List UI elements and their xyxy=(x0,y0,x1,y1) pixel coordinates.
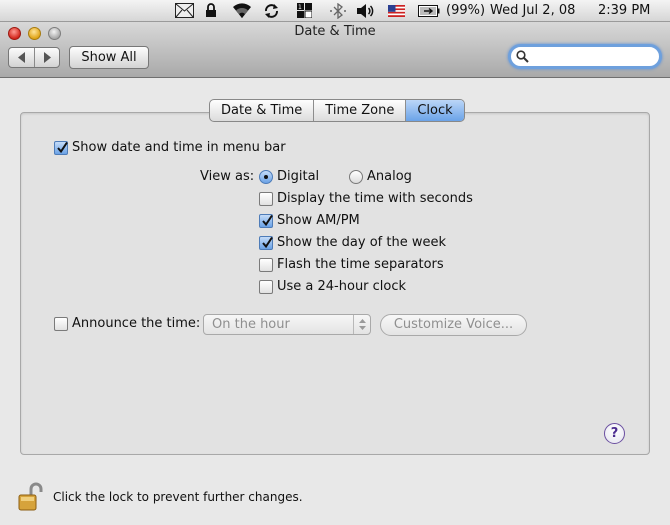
help-button[interactable]: ? xyxy=(604,423,625,444)
use-24-hour-label: Use a 24-hour clock xyxy=(277,279,407,294)
back-forward-control xyxy=(8,47,60,68)
display-seconds-label: Display the time with seconds xyxy=(277,191,473,206)
show-day-of-week-checkbox[interactable] xyxy=(259,236,273,250)
show-in-menu-bar-label: Show date and time in menu bar xyxy=(72,140,286,155)
show-all-button[interactable]: Show All xyxy=(69,46,149,69)
window-toolbar: Date & Time Show All xyxy=(0,22,670,78)
search-icon xyxy=(516,50,529,63)
digital-radio[interactable] xyxy=(259,170,273,184)
volume-icon[interactable] xyxy=(356,0,376,22)
tab-clock[interactable]: Clock xyxy=(406,100,464,121)
flash-separators-checkbox[interactable] xyxy=(259,258,273,272)
forward-button[interactable] xyxy=(33,48,60,67)
use-24-hour-checkbox[interactable] xyxy=(259,280,273,294)
chevron-left-icon xyxy=(18,52,25,63)
tab-time-zone[interactable]: Time Zone xyxy=(314,100,407,121)
show-am-pm-checkbox[interactable] xyxy=(259,214,273,228)
window-title: Date & Time xyxy=(294,24,376,39)
analog-radio[interactable] xyxy=(349,170,363,184)
checkmark-icon xyxy=(262,237,273,249)
tab-bar: Date & Time Time Zone Clock xyxy=(209,99,465,122)
up-down-arrows-icon xyxy=(359,319,366,330)
menu-clock[interactable]: 2:39 PM xyxy=(598,0,650,22)
announce-time-checkbox[interactable] xyxy=(54,317,68,331)
battery-icon[interactable] xyxy=(418,0,442,22)
menu-date[interactable]: Wed Jul 2, 08 xyxy=(490,0,575,22)
search-field[interactable] xyxy=(508,44,662,69)
checkmark-icon xyxy=(57,142,68,154)
flash-separators-label: Flash the time separators xyxy=(277,257,444,272)
analog-label: Analog xyxy=(367,169,412,184)
mail-icon[interactable] xyxy=(175,0,195,22)
back-button[interactable] xyxy=(9,48,34,67)
announce-time-label: Announce the time: xyxy=(72,316,201,331)
spaces-icon[interactable]: 1 xyxy=(297,0,313,22)
search-input[interactable] xyxy=(531,48,651,66)
chevron-right-icon xyxy=(43,52,51,63)
unlocked-padlock-icon[interactable] xyxy=(17,482,45,512)
announce-interval-value: On the hour xyxy=(212,317,290,332)
announce-interval-popup[interactable]: On the hour xyxy=(203,314,371,335)
checkmark-icon xyxy=(262,215,273,227)
svg-text:1: 1 xyxy=(298,4,302,11)
lock-instructions: Click the lock to prevent further change… xyxy=(53,490,303,504)
view-as-label: View as: xyxy=(200,169,255,184)
menu-bar: 1 (99%) Wed Jul 2, 08 2:39 PM xyxy=(0,0,670,22)
battery-percentage[interactable]: (99%) xyxy=(446,0,485,22)
us-flag-icon[interactable] xyxy=(388,0,406,22)
digital-label: Digital xyxy=(277,169,320,184)
display-seconds-checkbox[interactable] xyxy=(259,192,273,206)
show-in-menu-bar-checkbox[interactable] xyxy=(54,141,68,155)
tab-date-time[interactable]: Date & Time xyxy=(210,100,315,121)
sync-icon[interactable] xyxy=(263,0,281,22)
lock-icon[interactable] xyxy=(205,0,219,22)
show-day-of-week-label: Show the day of the week xyxy=(277,235,447,250)
show-am-pm-label: Show AM/PM xyxy=(277,213,360,228)
bluetooth-icon[interactable] xyxy=(329,0,347,22)
customize-voice-button[interactable]: Customize Voice... xyxy=(380,314,527,336)
wifi-icon[interactable] xyxy=(231,0,253,22)
